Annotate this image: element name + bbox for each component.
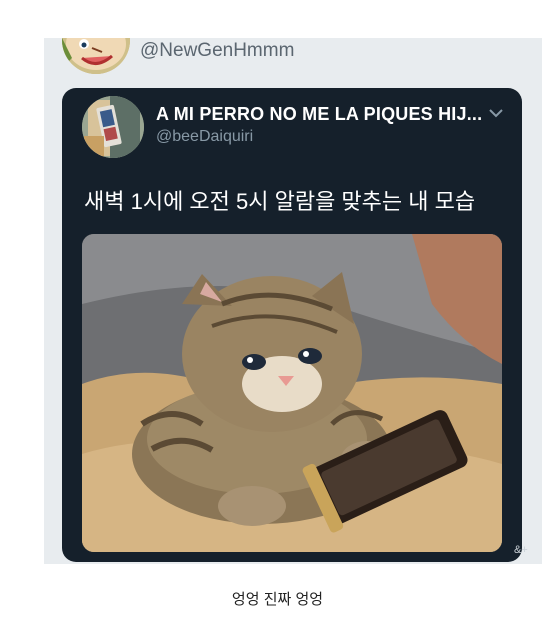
quoted-tweet-handle[interactable]: @NewGenHmmm bbox=[140, 40, 294, 62]
post-caption: 엉엉 진짜 엉엉 bbox=[231, 591, 324, 608]
tweet-display-name[interactable]: A MI PERRO NO ME LA PIQUES HIJ... bbox=[156, 104, 482, 125]
tweet-avatar[interactable] bbox=[82, 96, 144, 158]
tweet-media-image[interactable] bbox=[82, 234, 502, 552]
chevron-down-icon[interactable] bbox=[486, 106, 506, 120]
tweet-text: 새벽 1시에 오전 5시 알람을 맞추는 내 모습 bbox=[84, 189, 476, 214]
tweet-handle[interactable]: @beeDaiquiri bbox=[156, 128, 253, 146]
watermark: &+ bbox=[514, 544, 528, 556]
